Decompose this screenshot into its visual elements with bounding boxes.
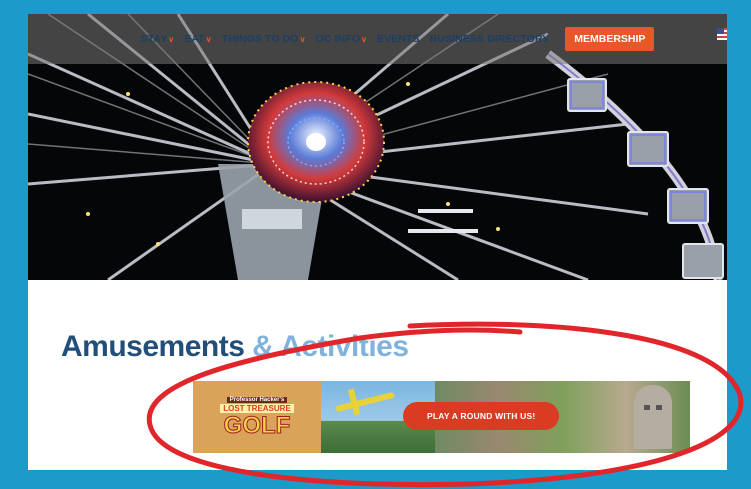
chevron-down-icon: ∨	[205, 34, 212, 44]
golf-logo: Professor Hacker's LOST TREASURE GOLF	[193, 381, 321, 453]
nav-item-label: THINGS TO DO	[221, 33, 299, 45]
browser-viewport: STAY ∨ EAT ∨ THINGS TO DO ∨ OC INFO ∨ EV…	[28, 14, 727, 470]
nav-item-label: OC INFO	[315, 33, 360, 45]
title-secondary: & Activities	[244, 330, 409, 363]
nav-item-label: EAT	[184, 33, 205, 45]
nav-item-oc-info[interactable]: OC INFO ∨	[316, 33, 367, 45]
nav-item-business-directory[interactable]: BUSINESS DIRECTORY	[430, 33, 550, 45]
play-a-round-button[interactable]: PLAY A ROUND WITH US!	[403, 402, 560, 430]
airplane-icon	[335, 391, 395, 413]
membership-button[interactable]: MEMBERSHIP	[565, 27, 655, 51]
nav-item-events[interactable]: EVENTS	[377, 33, 420, 45]
main-navigation: STAY ∨ EAT ∨ THINGS TO DO ∨ OC INFO ∨ EV…	[28, 14, 727, 64]
nav-item-label: BUSINESS DIRECTORY	[429, 33, 550, 45]
nav-item-stay[interactable]: STAY ∨	[141, 33, 175, 45]
chevron-down-icon: ∨	[168, 34, 175, 44]
title-primary: Amusements	[61, 330, 245, 363]
logo-line-1: Professor Hacker's	[226, 396, 288, 403]
nav-item-label: EVENTS	[376, 33, 420, 45]
logo-line-3: GOLF	[223, 411, 291, 439]
statue-icon	[634, 385, 672, 449]
golf-ad-banner[interactable]: Professor Hacker's LOST TREASURE GOLF PL…	[193, 381, 690, 453]
nav-item-things-to-do[interactable]: THINGS TO DO ∨	[222, 33, 306, 45]
nav-item-label: STAY	[140, 33, 168, 45]
chevron-down-icon: ∨	[299, 34, 306, 44]
page-title: Amusements & Activities	[61, 330, 409, 364]
us-flag-icon[interactable]	[717, 28, 727, 40]
chevron-down-icon: ∨	[360, 34, 367, 44]
nav-item-eat[interactable]: EAT ∨	[184, 33, 212, 45]
